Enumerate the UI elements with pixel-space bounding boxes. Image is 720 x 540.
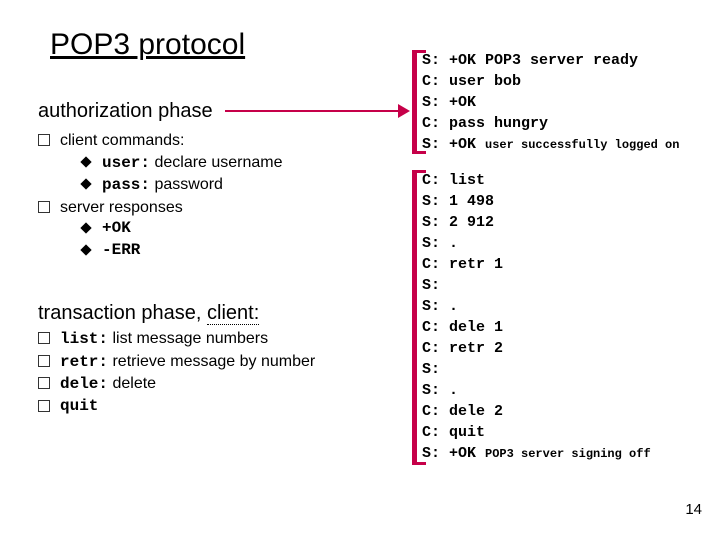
page-number: 14: [685, 501, 702, 518]
client-word: client:: [207, 302, 259, 325]
pass-cmd: pass: password: [102, 174, 223, 197]
square-bullet-icon: [38, 355, 50, 367]
err-response: -ERR: [102, 240, 140, 262]
trans-session-code: C: list S: 1 498 S: 2 912 S: . C: retr 1…: [422, 170, 651, 464]
auth-phase-block: client commands: user: declare username …: [38, 130, 408, 262]
square-bullet-icon: [38, 332, 50, 344]
server-responses-label: server responses: [60, 197, 183, 219]
diamond-bullet-icon: [80, 223, 91, 234]
quit-cmd: quit: [60, 396, 98, 418]
dele-cmd: dele: delete: [60, 373, 156, 396]
square-bullet-icon: [38, 400, 50, 412]
ok-response: +OK: [102, 218, 131, 240]
diamond-bullet-icon: [80, 179, 91, 190]
trans-phase-heading: transaction phase, client:: [38, 302, 259, 325]
square-bullet-icon: [38, 201, 50, 213]
auth-session-code: S: +OK POP3 server ready C: user bob S: …: [422, 50, 679, 155]
arrow-head-icon: [398, 104, 410, 118]
auth-phase-heading: authorization phase: [38, 100, 213, 123]
list-cmd: list: list message numbers: [60, 328, 268, 351]
trans-phase-block: list: list message numbers retr: retriev…: [38, 328, 408, 417]
bracket-bar-icon: [412, 170, 417, 465]
square-bullet-icon: [38, 134, 50, 146]
diamond-bullet-icon: [80, 156, 91, 167]
client-commands-label: client commands:: [60, 130, 185, 152]
slide-title: POP3 protocol: [50, 28, 245, 62]
diamond-bullet-icon: [80, 244, 91, 255]
bracket-bar-icon: [412, 50, 417, 154]
retr-cmd: retr: retrieve message by number: [60, 351, 315, 374]
square-bullet-icon: [38, 377, 50, 389]
arrow-line: [225, 110, 405, 112]
user-cmd: user: declare username: [102, 152, 283, 175]
